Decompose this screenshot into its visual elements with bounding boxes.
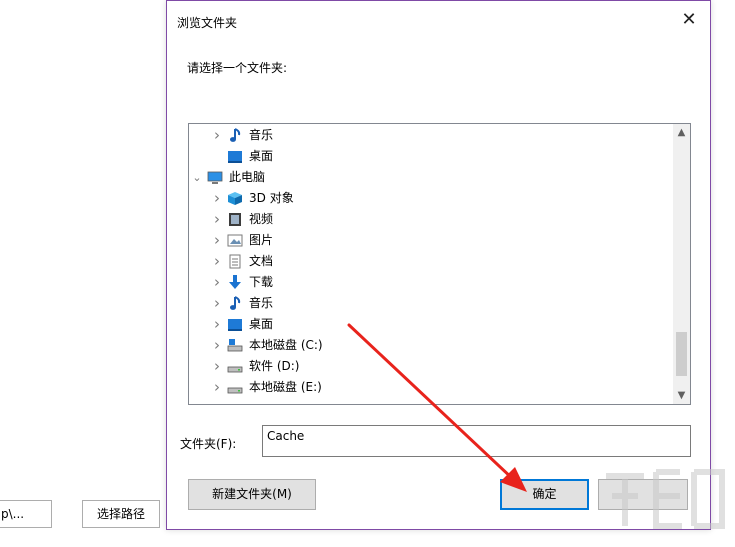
tree-item[interactable]: › 图片 bbox=[189, 230, 669, 251]
tree-item[interactable]: › 文档 bbox=[189, 251, 669, 272]
new-folder-button[interactable]: 新建文件夹(M) bbox=[188, 479, 316, 510]
tree-item-label: 软件 (D:) bbox=[249, 359, 300, 373]
tree-item[interactable]: › 音乐 bbox=[189, 125, 669, 146]
tree-item-label: 音乐 bbox=[249, 296, 274, 310]
music-icon bbox=[227, 296, 243, 311]
tree-item[interactable]: ⌄ 此电脑 bbox=[189, 167, 669, 188]
computer-icon bbox=[207, 170, 223, 185]
tree-item[interactable]: › 音乐 bbox=[189, 293, 669, 314]
tree-item[interactable]: › 视频 bbox=[189, 209, 669, 230]
close-icon[interactable]: ✕ bbox=[678, 9, 700, 31]
chevron-right-icon[interactable]: › bbox=[211, 314, 223, 335]
ok-button[interactable]: 确定 bbox=[500, 479, 589, 510]
chevron-right-icon[interactable]: › bbox=[211, 188, 223, 209]
documents-icon bbox=[227, 254, 243, 269]
tree-item[interactable]: › 软件 (D:) bbox=[189, 356, 669, 377]
tree-item-label: 下载 bbox=[249, 275, 274, 289]
tree-item-label: 桌面 bbox=[249, 317, 274, 331]
desktop-icon bbox=[227, 149, 243, 164]
download-icon bbox=[227, 275, 243, 290]
tree-item[interactable]: › 3D 对象 bbox=[189, 188, 669, 209]
tree-item[interactable]: › 本地磁盘 (C:) bbox=[189, 335, 669, 356]
tree-item-label: 图片 bbox=[249, 233, 274, 247]
scroll-down-icon[interactable]: ▼ bbox=[673, 387, 690, 404]
chevron-right-icon[interactable]: › bbox=[211, 209, 223, 230]
system-drive-icon bbox=[227, 338, 243, 353]
dialog-title: 浏览文件夹 bbox=[177, 16, 238, 30]
tree-item[interactable]: › 桌面 bbox=[189, 314, 669, 335]
tree-item[interactable]: › 下载 bbox=[189, 272, 669, 293]
browse-folder-dialog: 浏览文件夹 ✕ 请选择一个文件夹: ▲ ▼ › 音乐 桌面 ⌄ 此电脑 › 3D 对象 › 视频… bbox=[166, 0, 711, 530]
drive-icon bbox=[227, 359, 243, 374]
watermark-logo-icon bbox=[606, 469, 725, 529]
chevron-right-icon[interactable]: › bbox=[211, 293, 223, 314]
chevron-right-icon[interactable]: › bbox=[211, 230, 223, 251]
chevron-down-icon[interactable]: ⌄ bbox=[191, 167, 203, 188]
chevron-right-icon[interactable]: › bbox=[211, 356, 223, 377]
drive-icon bbox=[227, 380, 243, 395]
tree-item-label: 文档 bbox=[249, 254, 274, 268]
chevron-right-icon[interactable]: › bbox=[211, 272, 223, 293]
music-icon bbox=[227, 128, 243, 143]
scroll-up-icon[interactable]: ▲ bbox=[673, 124, 690, 141]
tree-item-label: 本地磁盘 (E:) bbox=[249, 380, 322, 394]
3d-objects-icon bbox=[227, 191, 243, 206]
desktop-icon bbox=[227, 317, 243, 332]
chevron-right-icon[interactable]: › bbox=[211, 125, 223, 146]
tree-item[interactable]: 桌面 bbox=[189, 146, 669, 167]
chevron-right-icon[interactable]: › bbox=[211, 335, 223, 356]
pictures-icon bbox=[227, 233, 243, 248]
tree-item-label: 桌面 bbox=[249, 149, 274, 163]
scroll-thumb[interactable] bbox=[676, 332, 687, 376]
folder-field-label: 文件夹(F): bbox=[180, 437, 237, 451]
folder-tree[interactable]: ▲ ▼ › 音乐 桌面 ⌄ 此电脑 › 3D 对象 › 视频 › 图片 › 文档 › 下载 › 音乐 › 桌面 › 本地… bbox=[188, 123, 691, 405]
tree-scrollbar[interactable]: ▲ ▼ bbox=[673, 124, 690, 404]
tree-item-label: 3D 对象 bbox=[249, 191, 294, 205]
folder-input[interactable]: Cache bbox=[262, 425, 691, 457]
tree-item-label: 视频 bbox=[249, 212, 274, 226]
tree-item-label: 音乐 bbox=[249, 128, 274, 142]
tree-item[interactable]: › 本地磁盘 (E:) bbox=[189, 377, 669, 398]
tree-item-label: 此电脑 bbox=[229, 170, 266, 184]
chevron-right-icon[interactable]: › bbox=[211, 251, 223, 272]
path-field[interactable]: p\... bbox=[0, 500, 52, 528]
select-path-button[interactable]: 选择路径 bbox=[82, 500, 160, 528]
video-icon bbox=[227, 212, 243, 227]
chevron-right-icon[interactable]: › bbox=[211, 377, 223, 398]
tree-item-label: 本地磁盘 (C:) bbox=[249, 338, 323, 352]
dialog-prompt: 请选择一个文件夹: bbox=[187, 61, 288, 75]
